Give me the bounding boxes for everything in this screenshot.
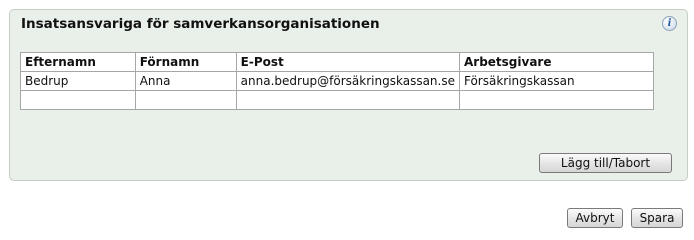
cancel-button[interactable]: Avbryt: [567, 208, 623, 228]
cell-arbetsgivare[interactable]: Försäkringskassan: [458, 71, 655, 91]
cell-epost[interactable]: anna.bedrup@försäkringskassan.se: [235, 71, 460, 91]
cell-arbetsgivare[interactable]: [458, 90, 655, 110]
column-header-epost[interactable]: E-Post: [235, 52, 460, 72]
panel-title: Insatsansvariga för samverkansorganisati…: [21, 16, 380, 32]
column-header-arbetsgivare[interactable]: Arbetsgivare: [458, 52, 655, 72]
table-header-row: Efternamn Förnamn E-Post Arbetsgivare: [20, 52, 655, 72]
column-header-efternamn[interactable]: Efternamn: [20, 52, 136, 72]
cell-fornamn[interactable]: [134, 90, 237, 110]
contacts-panel: Insatsansvariga för samverkansorganisati…: [9, 9, 688, 181]
cell-fornamn[interactable]: Anna: [134, 71, 237, 91]
table-row[interactable]: Bedrup Anna anna.bedrup@försäkringskassa…: [20, 71, 655, 91]
add-remove-button[interactable]: Lägg till/Tabort: [539, 153, 672, 173]
cell-epost[interactable]: [235, 90, 460, 110]
cell-efternamn[interactable]: [20, 90, 136, 110]
cell-efternamn[interactable]: Bedrup: [20, 71, 136, 91]
table-row[interactable]: [20, 90, 655, 110]
column-header-fornamn[interactable]: Förnamn: [134, 52, 237, 72]
contacts-table: Efternamn Förnamn E-Post Arbetsgivare Be…: [20, 52, 655, 110]
info-icon[interactable]: i: [662, 16, 677, 31]
save-button[interactable]: Spara: [631, 208, 683, 228]
